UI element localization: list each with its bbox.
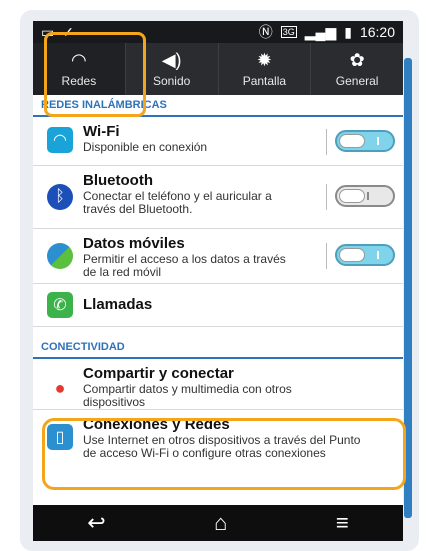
wifi-row[interactable]: ◠ Wi-Fi Disponible en conexión	[33, 117, 403, 166]
tab-label: General	[335, 74, 379, 88]
mobile-data-row[interactable]: Datos móviles Permitir el acceso a los d…	[33, 229, 403, 284]
tab-label: Pantalla	[242, 74, 287, 88]
menu-icon[interactable]: ≡	[336, 510, 349, 536]
nfc-icon: Ⓝ	[258, 24, 273, 40]
clock: 16:20	[359, 24, 395, 40]
tab-label: Sonido	[152, 74, 191, 88]
speaker-icon: ◀)	[161, 50, 182, 70]
divider	[326, 184, 327, 210]
share-row[interactable]: ● Compartir y conectar Compartir datos y…	[33, 359, 403, 410]
mobile-data-subtitle: Permitir el acceso a los datos a través …	[83, 252, 286, 279]
home-icon[interactable]: ⌂	[214, 510, 227, 536]
bluetooth-subtitle: Conectar el teléfono y el auricular a tr…	[83, 189, 272, 216]
network-type: 3G	[280, 26, 297, 38]
highlight-connections	[42, 418, 406, 490]
highlight-redes-tab	[44, 32, 146, 117]
brightness-icon: ✹	[256, 50, 272, 70]
tab-general[interactable]: ✿ General	[311, 43, 403, 95]
calls-row[interactable]: ✆ Llamadas	[33, 284, 403, 327]
phone-icon: ✆	[47, 292, 73, 318]
wifi-icon: ◠	[47, 127, 73, 153]
gear-icon: ✿	[349, 50, 365, 70]
calls-title: Llamadas	[83, 296, 153, 313]
section-connectivity: CONECTIVIDAD	[33, 337, 403, 359]
mobile-data-toggle[interactable]	[335, 244, 395, 266]
battery-icon: ▮	[344, 23, 352, 40]
divider	[326, 243, 327, 269]
share-icon: ●	[47, 375, 73, 401]
bluetooth-icon: ᛒ	[47, 184, 73, 210]
tab-pantalla[interactable]: ✹ Pantalla	[219, 43, 312, 95]
mobile-data-icon	[47, 243, 73, 269]
nav-bar: ↩ ⌂ ≡	[33, 505, 403, 541]
share-subtitle: Compartir datos y multimedia con otros d…	[83, 382, 292, 409]
bluetooth-row[interactable]: ᛒ Bluetooth Conectar el teléfono y el au…	[33, 166, 403, 229]
back-icon[interactable]: ↩	[87, 510, 105, 536]
share-title: Compartir y conectar	[83, 365, 234, 382]
wifi-toggle[interactable]	[335, 130, 395, 152]
signal-icon: ▂▄▆	[304, 23, 337, 40]
bluetooth-toggle[interactable]	[335, 185, 395, 207]
divider	[326, 129, 327, 155]
